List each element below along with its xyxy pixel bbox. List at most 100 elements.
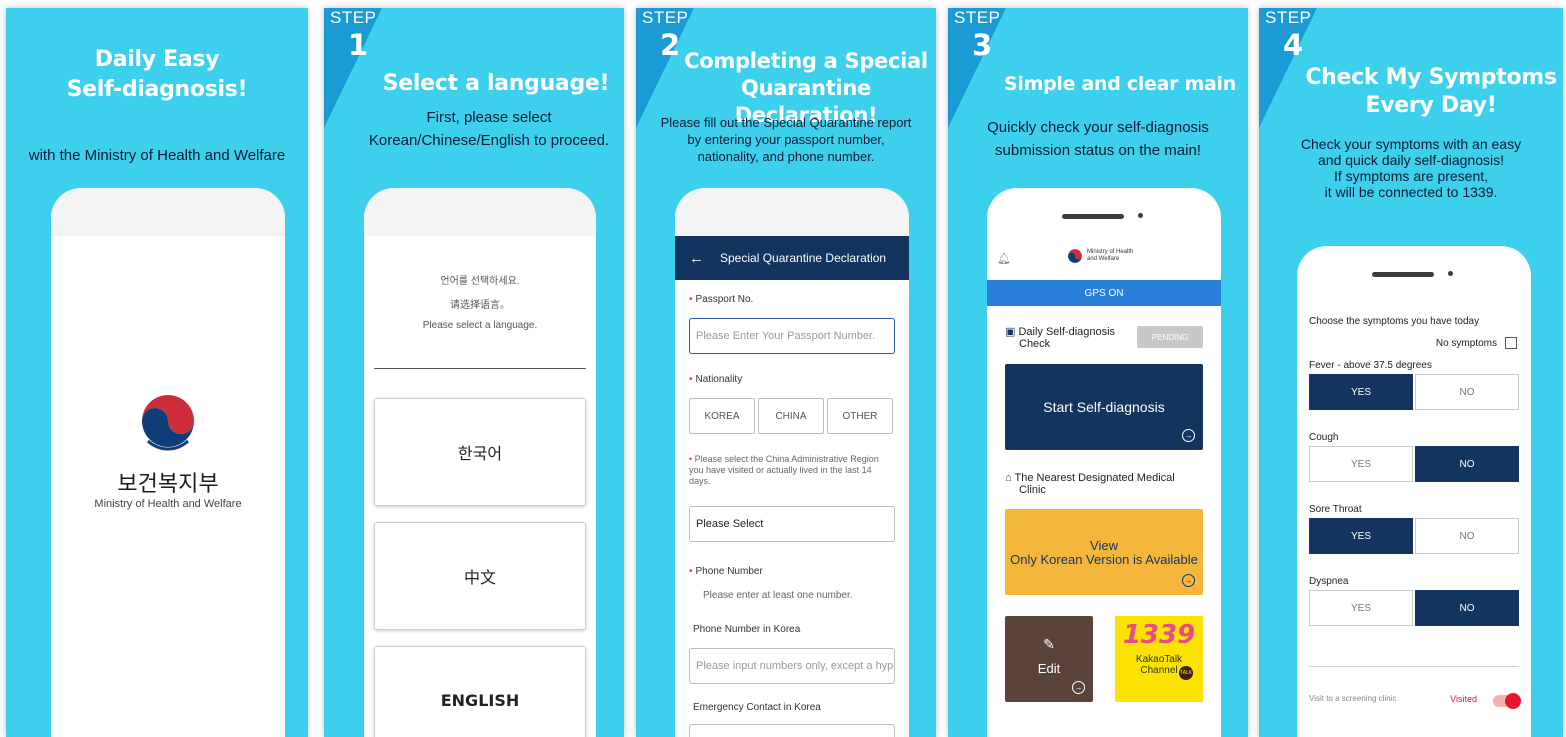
step-number: 4 <box>1283 28 1304 62</box>
step4-panel: STEP 4 Check My Symptoms Every Day! Chec… <box>1259 8 1563 737</box>
step-label: STEP <box>954 8 1001 27</box>
daily-check-title: ▣ Daily Self-diagnosis Check <box>1005 326 1115 350</box>
step4-title-line-2: Every Day! <box>1365 93 1497 118</box>
declaration-app-bar: ← Special Quarantine Declaration <box>675 236 909 280</box>
region-select[interactable]: Please Select <box>689 506 895 542</box>
no-symptoms-checkbox[interactable] <box>1505 337 1517 349</box>
intro-title-line-1: Daily Easy <box>94 47 220 72</box>
nationality-other-button[interactable]: OTHER <box>827 398 893 434</box>
step-label: STEP <box>1265 8 1312 27</box>
intro-phone: 보건복지부 Ministry of Health and Welfare <box>51 188 285 737</box>
step4-description-line-1: Check your symptoms with an easy <box>1300 136 1522 152</box>
region-note-text: Please select the China Administrative R… <box>689 454 879 486</box>
splash-screen: 보건복지부 Ministry of Health and Welfare <box>51 236 285 737</box>
main-header: 🔔︎ Ministry of Health and Welfare <box>987 236 1221 280</box>
step-label: STEP <box>330 8 377 27</box>
phone-top-bezel <box>51 188 285 236</box>
phone-top-bezel <box>675 188 909 236</box>
sore-throat-no-button[interactable]: NO <box>1415 518 1519 554</box>
kakao-channel-button[interactable]: 1339 KakaoTalk Channel TALK <box>1115 616 1203 702</box>
toggle-knob <box>1505 693 1521 709</box>
start-button-label: Start Self-diagnosis <box>1043 399 1165 415</box>
kakao-line-1: KakaoTalk <box>1135 654 1183 665</box>
phone-speaker <box>1062 214 1124 219</box>
step2-phone: ← Special Quarantine Declaration • Passpo… <box>675 188 909 737</box>
status-badge: PENDING <box>1137 326 1203 348</box>
step1-description-line-2: Korean/Chinese/English to proceed. <box>368 132 610 149</box>
step4-description: Check your symptoms with an easy and qui… <box>1259 136 1563 200</box>
cough-yes-button[interactable]: YES <box>1309 446 1413 482</box>
emergency-contact-label: Emergency Contact in Korea <box>693 702 821 713</box>
daily-check-line-1: Daily Self-diagnosis <box>1018 326 1116 338</box>
clinic-title-line-1: The Nearest Designated Medical <box>1014 472 1175 484</box>
nationality-label: • Nationality <box>689 374 743 385</box>
passport-input[interactable]: Please Enter Your Passport Number. <box>689 318 895 354</box>
sore-throat-yes-button[interactable]: YES <box>1309 518 1413 554</box>
bell-icon[interactable]: 🔔︎ <box>997 252 1011 265</box>
edit-button[interactable]: ✎ Edit → <box>1005 616 1093 702</box>
ministry-logo-icon <box>142 395 194 451</box>
language-screen: 언어를 선택하세요. 请选择语言。 Please select a langua… <box>364 236 596 737</box>
phone-camera <box>1138 213 1143 218</box>
symptom-label-dyspnea: Dyspnea <box>1309 576 1349 587</box>
step3-panel: STEP 3 Simple and clear main Quickly che… <box>948 8 1248 737</box>
step1-phone: 언어를 선택하세요. 请选择语言。 Please select a langua… <box>364 188 596 737</box>
arrow-right-icon: → <box>1182 574 1195 587</box>
daily-check-line-2: Check <box>1019 338 1051 350</box>
symptom-label-fever: Fever - above 37.5 degrees <box>1309 360 1432 371</box>
language-english-button[interactable]: ENGLISH <box>374 646 586 737</box>
ministry-logo-icon <box>1068 249 1082 263</box>
step3-description-line-1: Quickly check your self-diagnosis <box>987 119 1209 136</box>
phone-korea-input[interactable]: Please input numbers only, except a hyp <box>689 648 895 684</box>
appbar-title: Special Quarantine Declaration <box>720 251 887 265</box>
no-symptoms-label: No symptoms <box>1435 338 1497 349</box>
step4-phone: Choose the symptoms you have today No sy… <box>1297 246 1531 737</box>
dyspnea-no-button[interactable]: NO <box>1415 590 1519 626</box>
arrow-right-icon: → <box>1182 429 1195 442</box>
kakao-1339-number: 1339 <box>1122 620 1196 650</box>
language-korean-button[interactable]: 한국어 <box>374 398 586 506</box>
pencil-icon: ✎ <box>1043 636 1055 652</box>
nationality-korea-button[interactable]: KOREA <box>689 398 755 434</box>
step3-description-line-2: submission status on the main! <box>995 142 1201 159</box>
arrow-right-icon: → <box>1072 681 1085 694</box>
step-number: 1 <box>348 28 369 62</box>
phone-top-bezel <box>364 188 596 236</box>
divider <box>1309 666 1519 667</box>
cough-no-button[interactable]: NO <box>1415 446 1519 482</box>
step3-phone: 🔔︎ Ministry of Health and Welfare GPS ON… <box>987 188 1221 737</box>
phone-number-label: • Phone Number <box>689 566 763 577</box>
region-note: • Please select the China Administrative… <box>689 454 879 486</box>
symptoms-screen: Choose the symptoms you have today No sy… <box>1297 294 1531 737</box>
dyspnea-yes-button[interactable]: YES <box>1309 590 1413 626</box>
step1-title: Select a language! <box>382 71 610 96</box>
view-title: View <box>1090 538 1118 553</box>
phone-number-label-text: Phone Number <box>695 566 763 577</box>
view-clinic-button[interactable]: View Only Korean Version is Available → <box>1005 509 1203 595</box>
nationality-label-text: Nationality <box>695 374 743 385</box>
screening-toggle[interactable] <box>1493 693 1521 709</box>
step1-description: First, please select Korean/Chinese/Engl… <box>324 108 624 150</box>
step4-title-line-1: Check My Symptoms <box>1305 65 1557 90</box>
fever-yes-button[interactable]: YES <box>1309 374 1413 410</box>
passport-label-text: Passport No. <box>695 294 754 305</box>
symptom-label-sore-throat: Sore Throat <box>1309 504 1362 515</box>
home-icon: ⌂ <box>1005 472 1015 484</box>
emergency-contact-input[interactable] <box>689 724 895 737</box>
intro-title: Daily Easy Self-diagnosis! <box>6 46 308 104</box>
gps-status-bar: GPS ON <box>987 280 1221 306</box>
step4-title: Check My Symptoms Every Day! <box>1259 64 1563 120</box>
ministry-name-korean: 보건복지부 <box>117 472 219 497</box>
step2-description-line-2: by entering your passport number, <box>687 132 885 147</box>
step4-description-line-4: it will be connected to 1339. <box>1324 184 1498 200</box>
nationality-china-button[interactable]: CHINA <box>758 398 824 434</box>
fever-no-button[interactable]: NO <box>1415 374 1519 410</box>
declaration-form: • Passport No. Please Enter Your Passport… <box>675 280 909 737</box>
back-arrow-icon[interactable]: ← <box>689 250 704 267</box>
main-screen: ▣ Daily Self-diagnosis Check PENDING Sta… <box>987 306 1221 737</box>
step2-description-line-3: nationality, and phone number. <box>697 149 875 164</box>
language-chinese-button[interactable]: 中文 <box>374 522 586 630</box>
start-self-diagnosis-button[interactable]: Start Self-diagnosis → <box>1005 364 1203 450</box>
phone-camera <box>1448 271 1453 276</box>
step2-description: Please fill out the Special Quarantine r… <box>636 114 936 165</box>
